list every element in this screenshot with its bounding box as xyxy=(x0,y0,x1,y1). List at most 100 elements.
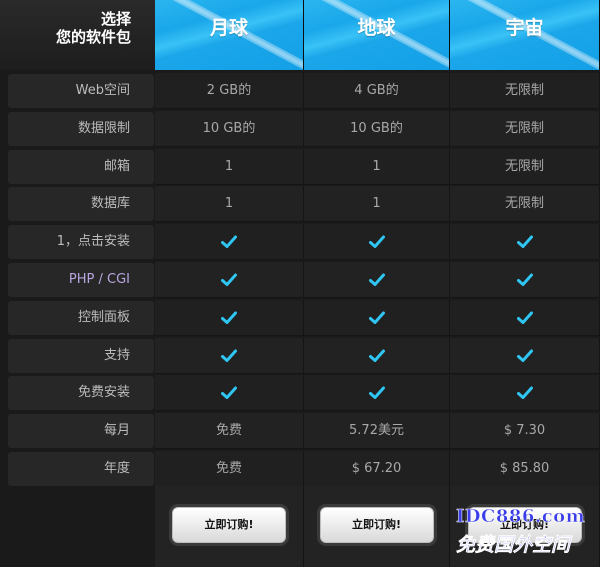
table-cell: 免费 xyxy=(155,413,304,450)
row-label: 每月 xyxy=(103,423,130,439)
table-cell xyxy=(304,337,450,374)
footer-col-moon: 立即订购! xyxy=(155,486,304,567)
plan-header-moon: 月球 xyxy=(155,0,304,70)
table-cell xyxy=(450,375,600,412)
corner-title: 选择 您的软件包 xyxy=(56,10,131,46)
table-cell xyxy=(155,337,304,374)
checkmark-icon xyxy=(368,386,385,400)
cell-value: 1 xyxy=(224,158,234,174)
cell-value: 1 xyxy=(372,196,381,212)
footer-col-earth: 立即订购! xyxy=(304,486,450,567)
plan-header-universe: 宇宙 xyxy=(450,0,600,70)
cell-value: $ 7.30 xyxy=(503,423,546,439)
cell-value: 4 GB的 xyxy=(354,83,399,98)
cell-value: 5.72美元 xyxy=(349,423,404,439)
row-label: 数据库 xyxy=(90,196,130,212)
cell-value: 无限制 xyxy=(504,158,544,174)
row-label: 免费安装 xyxy=(77,385,130,401)
table-cell: 1 xyxy=(155,148,304,185)
table-row: 每月 免费 5.72美元 $ 7.30 xyxy=(0,412,600,450)
checkmark-icon xyxy=(368,349,385,362)
table-cell xyxy=(155,224,304,261)
order-now-button-moon[interactable]: 立即订购! xyxy=(172,507,286,543)
row-label-cell: 支持 xyxy=(8,338,154,373)
table-cell: 1 xyxy=(155,186,304,223)
row-label-cell: Web空间 xyxy=(8,74,154,108)
table-cell: 无限制 xyxy=(450,73,600,109)
feature-rows: Web空间 2 GB的 4 GB的 无限制 数据限制 10 GB的 10 GB的 无限制 邮箱 1… xyxy=(0,72,600,488)
table-footer: 立即订购! 立即订购! 立即订购! xyxy=(0,486,600,567)
pricing-table: 选择 您的软件包 月球 地球 宇宙 Web空间 2 GB的 4 GB的 无限制 数据限制… xyxy=(0,0,600,567)
table-cell: 10 GB的 xyxy=(155,110,304,147)
table-cell: 免费 xyxy=(155,450,304,487)
row-label-cell: 每月 xyxy=(8,414,154,449)
checkmark-icon xyxy=(516,273,533,286)
table-row: Web空间 2 GB的 4 GB的 无限制 xyxy=(0,72,600,110)
table-cell xyxy=(155,261,304,298)
checkmark-icon xyxy=(516,235,533,249)
row-label: 1，点击安装 xyxy=(56,234,130,250)
footer-spacer xyxy=(0,486,155,567)
table-cell: 无限制 xyxy=(450,148,600,185)
cell-value: $ 85.80 xyxy=(499,460,550,476)
cell-value: 2 GB的 xyxy=(206,83,252,98)
table-cell xyxy=(304,375,450,412)
checkmark-icon xyxy=(221,235,237,249)
corner-title-line2: 您的软件包 xyxy=(55,28,131,46)
table-row: 数据库 1 1 无限制 xyxy=(0,185,600,223)
table-cell: 4 GB的 xyxy=(304,73,450,109)
row-label: 支持 xyxy=(103,347,130,363)
checkmark-icon xyxy=(368,311,385,324)
row-label-cell: PHP / CGI xyxy=(8,262,154,297)
table-row: 年度 免费 $ 67.20 $ 85.80 xyxy=(0,450,600,488)
table-row: 1，点击安装 xyxy=(0,223,600,261)
checkmark-icon xyxy=(221,311,237,324)
row-label-cell: 数据库 xyxy=(8,187,154,222)
cell-value: 1 xyxy=(372,158,381,174)
footer-col-universe: 立即订购! xyxy=(450,486,600,567)
table-cell xyxy=(450,337,600,374)
table-cell xyxy=(155,375,304,412)
table-cell xyxy=(450,261,600,298)
order-now-button-universe[interactable]: 立即订购! xyxy=(467,507,582,543)
table-cell xyxy=(450,299,600,336)
cell-value: 10 GB的 xyxy=(350,120,403,136)
table-row: 免费安装 xyxy=(0,374,600,412)
row-label-cell: 免费安装 xyxy=(8,376,154,411)
table-cell: $ 67.20 xyxy=(304,450,450,487)
table-cell xyxy=(304,299,450,336)
row-label-cell: 1，点击安装 xyxy=(8,225,154,260)
table-cell xyxy=(450,224,600,261)
order-now-button-earth[interactable]: 立即订购! xyxy=(319,507,434,543)
table-cell: 1 xyxy=(304,186,450,223)
row-label: Web空间 xyxy=(75,83,130,98)
row-label: 邮箱 xyxy=(103,158,130,174)
table-cell xyxy=(304,261,450,298)
cell-value: 10 GB的 xyxy=(202,120,256,136)
plan-name: 宇宙 xyxy=(505,17,544,39)
row-label-cell: 数据限制 xyxy=(8,111,154,146)
checkmark-icon xyxy=(516,311,533,324)
table-header: 选择 您的软件包 月球 地球 宇宙 xyxy=(0,0,600,70)
table-cell: 2 GB的 xyxy=(155,73,304,109)
cell-value: 免费 xyxy=(215,423,242,439)
checkmark-icon xyxy=(221,349,237,362)
table-cell: 1 xyxy=(304,148,450,185)
table-cell: $ 85.80 xyxy=(450,450,600,487)
table-row: 数据限制 10 GB的 10 GB的 无限制 xyxy=(0,110,600,148)
table-cell xyxy=(304,224,450,261)
row-label-cell: 控制面板 xyxy=(8,300,154,335)
checkmark-icon xyxy=(516,349,533,362)
checkmark-icon xyxy=(368,235,385,249)
row-label-cell: 年度 xyxy=(8,451,154,486)
plan-name: 地球 xyxy=(357,17,396,39)
row-label: 控制面板 xyxy=(77,309,130,325)
plan-name: 月球 xyxy=(209,17,248,39)
plan-header-earth: 地球 xyxy=(304,0,450,70)
cell-value: 无限制 xyxy=(504,120,544,136)
cell-value: 无限制 xyxy=(504,83,544,98)
table-cell: 无限制 xyxy=(450,186,600,223)
checkmark-icon xyxy=(221,386,237,400)
row-label: PHP / CGI xyxy=(68,271,130,287)
cell-value: 1 xyxy=(224,196,234,212)
